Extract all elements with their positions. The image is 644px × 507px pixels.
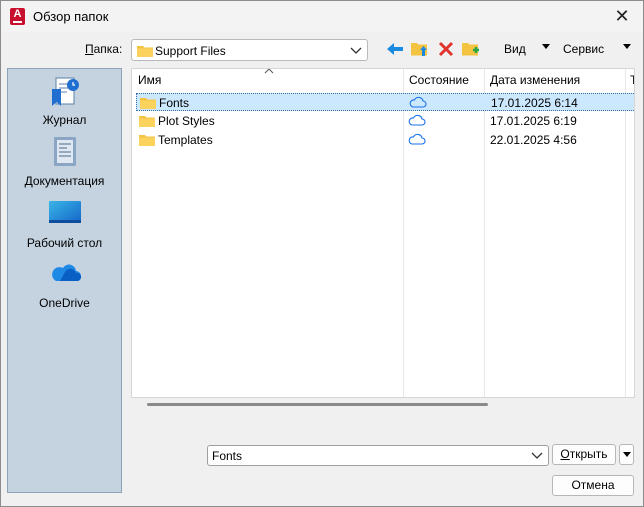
delete-icon bbox=[438, 41, 454, 57]
cloud-icon bbox=[408, 133, 426, 145]
place-documents[interactable]: Документация bbox=[8, 135, 121, 189]
up-folder-icon bbox=[411, 43, 427, 56]
place-desktop[interactable]: Рабочий стол bbox=[8, 197, 121, 251]
file-name: Templates bbox=[158, 133, 213, 147]
place-label: Документация bbox=[24, 174, 105, 188]
view-dropdown-arrow-icon[interactable] bbox=[542, 44, 550, 49]
file-date: 17.01.2025 6:19 bbox=[490, 114, 577, 128]
type-cell-edge: | bbox=[633, 114, 634, 128]
list-item[interactable]: Templates 22.01.2025 4:56 | bbox=[136, 131, 634, 149]
documents-icon bbox=[54, 137, 76, 166]
list-item[interactable]: Plot Styles 17.01.2025 6:19 | bbox=[136, 112, 634, 130]
type-cell-edge: | bbox=[633, 133, 634, 147]
up-one-level-button[interactable] bbox=[410, 39, 432, 59]
chevron-down-icon bbox=[531, 452, 543, 459]
file-date: 17.01.2025 6:14 bbox=[491, 96, 578, 110]
close-button[interactable]: ✕ bbox=[611, 5, 633, 27]
back-button[interactable] bbox=[385, 39, 407, 59]
place-history[interactable]: Журнал bbox=[8, 75, 121, 129]
desktop-icon bbox=[49, 201, 81, 223]
file-name: Fonts bbox=[159, 96, 190, 110]
place-label: OneDrive bbox=[39, 296, 90, 310]
folder-dropdown[interactable]: Support Files bbox=[131, 39, 368, 61]
dropdown-arrow-icon bbox=[623, 452, 631, 457]
folder-name-field[interactable]: Fonts bbox=[207, 445, 549, 466]
onedrive-cloud-icon bbox=[52, 264, 82, 281]
view-menu-button[interactable]: Вид bbox=[504, 42, 526, 56]
place-onedrive[interactable]: OneDrive bbox=[8, 257, 121, 311]
folder-icon bbox=[139, 116, 155, 127]
open-button[interactable]: Открыть bbox=[552, 444, 616, 465]
browse-folders-dialog: A Обзор папок ✕ Папка: Support Files Вид… bbox=[0, 0, 644, 507]
places-bar: Журнал Документация Рабочий стол OneDriv… bbox=[7, 68, 122, 493]
folder-name-value: Fonts bbox=[212, 449, 243, 463]
column-header-name[interactable]: Имя bbox=[132, 69, 403, 91]
place-label: Журнал bbox=[42, 113, 87, 127]
sort-ascending-icon bbox=[264, 69, 274, 74]
column-header-date[interactable]: Дата изменения bbox=[485, 69, 625, 91]
folder-label: Папка: bbox=[85, 42, 123, 56]
back-arrow-icon bbox=[387, 43, 403, 55]
type-cell-edge: | bbox=[634, 96, 635, 110]
list-item[interactable]: Fonts 17.01.2025 6:14 | bbox=[136, 93, 635, 111]
open-options-button[interactable] bbox=[619, 444, 634, 465]
folder-dropdown-value: Support Files bbox=[155, 44, 226, 58]
autocad-app-icon: A bbox=[10, 8, 25, 25]
history-icon bbox=[52, 77, 79, 106]
file-date: 22.01.2025 4:56 bbox=[490, 133, 577, 147]
service-dropdown-arrow-icon[interactable] bbox=[623, 44, 631, 49]
chevron-down-icon bbox=[350, 47, 362, 54]
service-menu-button[interactable]: Сервис bbox=[563, 42, 604, 56]
delete-button[interactable] bbox=[436, 39, 458, 59]
folder-icon bbox=[139, 135, 155, 146]
horizontal-scrollbar[interactable] bbox=[147, 403, 488, 406]
file-list[interactable]: Имя Состояние Дата изменения Т Fonts 17.… bbox=[131, 68, 635, 398]
column-header-state[interactable]: Состояние bbox=[404, 69, 484, 91]
cloud-icon bbox=[408, 114, 426, 126]
file-name: Plot Styles bbox=[158, 114, 215, 128]
column-header-type[interactable]: Т bbox=[626, 69, 634, 91]
title-bar: A Обзор папок ✕ bbox=[1, 1, 643, 32]
folder-icon bbox=[140, 98, 156, 109]
folder-icon bbox=[137, 46, 153, 57]
window-title: Обзор папок bbox=[33, 9, 109, 24]
new-folder-icon bbox=[462, 43, 479, 56]
cancel-button[interactable]: Отмена bbox=[552, 475, 634, 496]
new-folder-button[interactable] bbox=[461, 39, 483, 59]
place-label: Рабочий стол bbox=[26, 236, 103, 250]
cloud-icon bbox=[409, 96, 427, 108]
